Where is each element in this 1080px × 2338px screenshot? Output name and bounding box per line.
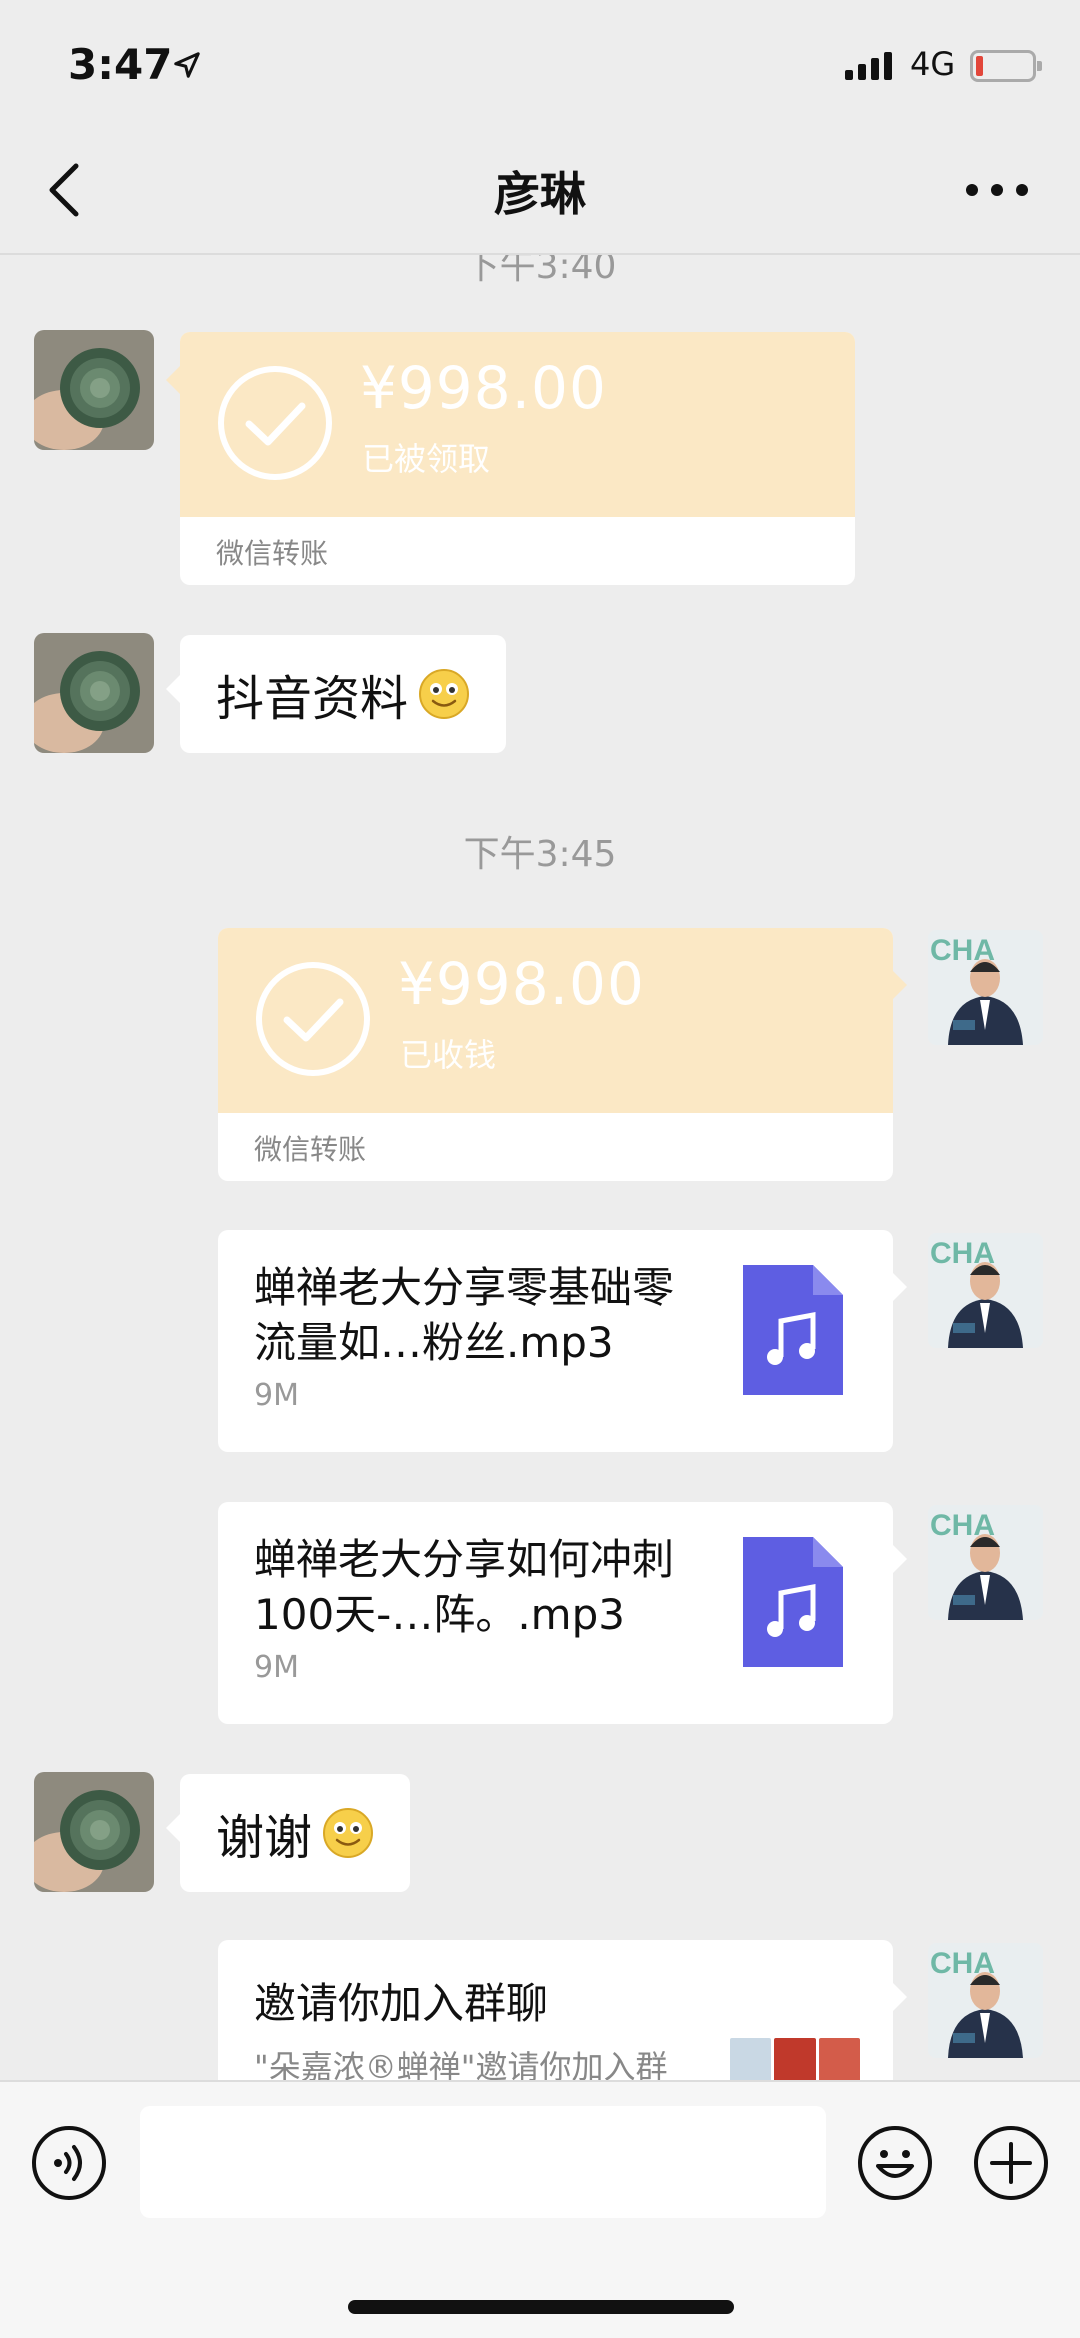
man-portrait-avatar-icon: CHA bbox=[928, 930, 1043, 1045]
succulent-avatar-icon bbox=[34, 633, 154, 753]
invite-title: 邀请你加入群聊 bbox=[254, 1979, 549, 2028]
my-avatar[interactable]: CHA bbox=[928, 1943, 1043, 2058]
home-indicator bbox=[348, 2300, 734, 2314]
message-text: 谢谢 bbox=[216, 1810, 313, 1866]
transfer-status: 已被领取 bbox=[362, 440, 491, 478]
my-avatar[interactable]: CHA bbox=[928, 1505, 1043, 1620]
transfer-amount: ¥998.00 bbox=[360, 354, 607, 422]
transfer-status: 已收钱 bbox=[400, 1036, 497, 1074]
my-avatar[interactable]: CHA bbox=[928, 930, 1043, 1045]
status-time: 3:47 bbox=[68, 40, 173, 89]
file-name: 蝉禅老大分享零基础零流量如…粉丝.mp3 bbox=[254, 1263, 675, 1367]
bubble-tail bbox=[893, 1273, 907, 1301]
transfer-sent-card[interactable]: ¥998.00 已收钱 微信转账 bbox=[218, 928, 893, 1181]
input-bar bbox=[0, 2080, 1080, 2338]
top-bar: 3:47 4G 彦琳 bbox=[0, 0, 1080, 255]
audio-file-icon bbox=[743, 1537, 843, 1667]
emoji-button[interactable] bbox=[856, 2124, 934, 2202]
group-thumbnail bbox=[730, 2038, 860, 2080]
file-message[interactable]: 蝉禅老大分享零基础零流量如…粉丝.mp3 9M bbox=[218, 1230, 893, 1452]
man-portrait-avatar-icon: CHA bbox=[928, 1505, 1043, 1620]
transfer-label: 微信转账 bbox=[216, 537, 329, 570]
contact-avatar[interactable] bbox=[34, 1772, 154, 1892]
my-avatar[interactable]: CHA bbox=[928, 1233, 1043, 1348]
transfer-label: 微信转账 bbox=[254, 1133, 367, 1166]
man-portrait-avatar-icon: CHA bbox=[928, 1943, 1043, 2058]
transfer-amount: ¥998.00 bbox=[398, 950, 645, 1018]
file-message[interactable]: 蝉禅老大分享如何冲刺100天-…阵。.mp3 9M bbox=[218, 1502, 893, 1724]
bubble-tail bbox=[893, 1983, 907, 2011]
message-text: 抖音资料 bbox=[216, 671, 409, 727]
file-size: 9M bbox=[254, 1378, 299, 1413]
timestamp: 下午3:45 bbox=[463, 834, 617, 875]
chat-area[interactable]: 下午3:40 ¥998.00 已被领取 微信转账 抖音资料 下午3:45 ¥99… bbox=[0, 255, 1080, 2080]
cellular-signal-icon bbox=[845, 50, 892, 80]
more-functions-button[interactable] bbox=[972, 2124, 1050, 2202]
check-circle-icon bbox=[218, 366, 332, 480]
file-name: 蝉禅老大分享如何冲刺100天-…阵。.mp3 bbox=[254, 1535, 675, 1639]
file-size: 9M bbox=[254, 1650, 299, 1685]
contact-avatar[interactable] bbox=[34, 330, 154, 450]
audio-file-icon bbox=[743, 1265, 843, 1395]
smile-emoji-icon bbox=[323, 1808, 374, 1858]
timestamp: 下午3:40 bbox=[463, 255, 617, 287]
text-message[interactable]: 谢谢 bbox=[180, 1774, 411, 1892]
network-type: 4G bbox=[910, 45, 956, 83]
man-portrait-avatar-icon: CHA bbox=[928, 1233, 1043, 1348]
message-input[interactable] bbox=[140, 2106, 826, 2218]
voice-input-button[interactable] bbox=[30, 2124, 108, 2202]
succulent-avatar-icon bbox=[34, 330, 154, 450]
contact-avatar[interactable] bbox=[34, 633, 154, 753]
check-circle-icon bbox=[256, 962, 370, 1076]
smile-emoji-icon bbox=[419, 669, 470, 719]
group-invite-card[interactable]: 邀请你加入群聊 "朵嘉浓®蝉禅"邀请你加入群 bbox=[218, 1940, 893, 2080]
bubble-tail bbox=[166, 675, 180, 703]
bubble-tail bbox=[166, 366, 180, 394]
battery-icon bbox=[970, 50, 1042, 82]
bubble-tail bbox=[893, 971, 907, 999]
text-message[interactable]: 抖音资料 bbox=[180, 635, 507, 753]
bubble-tail bbox=[893, 1545, 907, 1573]
chat-title: 彦琳 bbox=[494, 167, 586, 221]
succulent-avatar-icon bbox=[34, 1772, 154, 1892]
bubble-tail bbox=[166, 1814, 180, 1842]
location-arrow-icon bbox=[174, 52, 200, 78]
transfer-received-card[interactable]: ¥998.00 已被领取 微信转账 bbox=[180, 332, 855, 585]
invite-description: "朵嘉浓®蝉禅"邀请你加入群 bbox=[254, 2048, 668, 2080]
more-options-button[interactable] bbox=[966, 184, 1028, 198]
